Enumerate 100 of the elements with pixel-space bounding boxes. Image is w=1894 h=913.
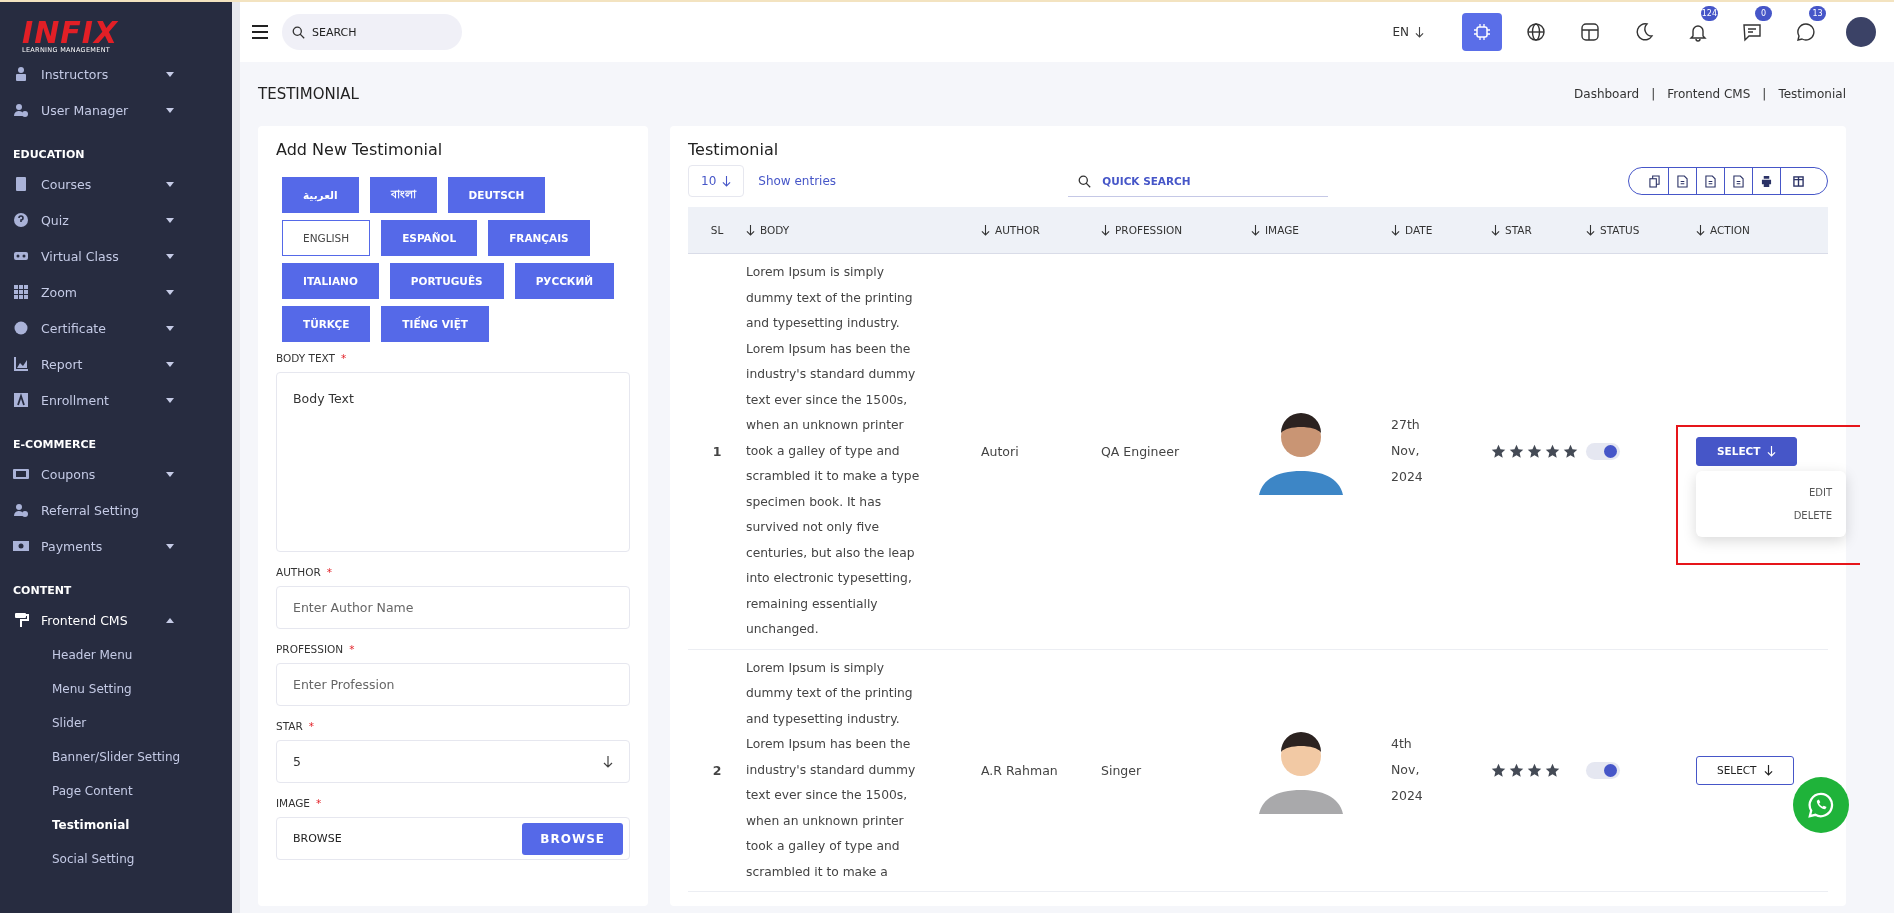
menu-icon[interactable] (252, 25, 268, 39)
column-header[interactable]: BODY (746, 224, 981, 236)
sidebar-subitem[interactable]: Page Content (0, 774, 232, 808)
document-icon (1705, 174, 1716, 188)
menu-item[interactable]: EDIT (1696, 480, 1846, 504)
chip-button[interactable] (1462, 13, 1502, 51)
table-cell-text: QA Engineer (1101, 443, 1181, 459)
status-toggle[interactable] (1586, 761, 1620, 779)
sidebar-item[interactable]: Virtual Class (0, 238, 232, 274)
table-cell-text: 27th Nov, 2024 (1391, 416, 1424, 487)
sidebar-item[interactable]: Enrollment (0, 382, 232, 418)
sidebar-item[interactable]: Payments (0, 528, 232, 564)
column-header[interactable]: IMAGE (1251, 224, 1391, 236)
sidebar-item[interactable]: Frontend CMS (0, 602, 232, 638)
bell-icon (1688, 22, 1708, 42)
sidebar-item[interactable]: Coupons (0, 456, 232, 492)
column-header[interactable]: ACTION (1696, 224, 1828, 236)
language-tab[interactable]: ITALIANO (282, 263, 379, 299)
sidebar-subitem[interactable]: Testimonial (0, 808, 232, 842)
language-tab[interactable]: العربية (282, 177, 359, 213)
sidebar-item[interactable]: Courses (0, 166, 232, 202)
chart-icon (13, 356, 29, 372)
copy-button[interactable] (1641, 168, 1669, 194)
sidebar-item[interactable]: Report (0, 346, 232, 382)
sort-arrow-icon (981, 224, 990, 236)
language-tab[interactable]: DEUTSCH (447, 177, 546, 213)
star-icon (1491, 443, 1506, 459)
browse-button[interactable]: BROWSE (522, 822, 623, 855)
field-label: STAR (276, 720, 303, 732)
status-toggle[interactable] (1586, 442, 1620, 460)
caret-icon (166, 289, 174, 295)
table-cell-text: Singer (1101, 762, 1143, 778)
show-entries-label: Show entries (758, 174, 838, 188)
column-header[interactable]: AUTHOR (981, 224, 1101, 236)
file-name-field: BROWSE (293, 832, 342, 845)
star-select[interactable]: 5 (276, 740, 630, 783)
language-tab[interactable]: বাংলা (369, 177, 437, 213)
field-label: IMAGE (276, 797, 310, 809)
language-tab[interactable]: FRANÇAIS (488, 220, 590, 256)
moon-icon (1634, 22, 1654, 42)
star-icon (1545, 762, 1560, 778)
caret-icon (166, 107, 174, 113)
sidebar-item[interactable]: User Manager (0, 92, 232, 128)
sidebar-item[interactable]: Instructors (0, 56, 232, 92)
menu-item[interactable]: DELETE (1696, 503, 1846, 527)
language-tab[interactable]: ESPAÑOL (381, 220, 478, 256)
sort-arrow-icon (1491, 224, 1500, 236)
sidebar-item[interactable]: Zoom (0, 274, 232, 310)
breadcrumb-separator: | (1651, 87, 1656, 101)
sidebar-subitem[interactable]: Social Setting (0, 842, 232, 876)
columns-icon (1792, 174, 1804, 188)
paint-roller-icon (13, 612, 29, 628)
sort-arrow-icon (746, 224, 755, 236)
column-header[interactable]: PROFESSION (1101, 224, 1251, 236)
sidebar-item[interactable]: Quiz (0, 202, 232, 238)
star-icon (1509, 762, 1524, 778)
column-header[interactable]: STAR (1491, 224, 1586, 236)
caret-icon (166, 71, 174, 77)
avatar[interactable] (1846, 17, 1876, 47)
language-tab[interactable]: ENGLISH (282, 220, 371, 256)
sidebar-subitem[interactable]: Header Menu (0, 638, 232, 672)
sort-arrow-icon (1586, 224, 1595, 236)
sidebar-item[interactable]: Referral Setting (0, 492, 232, 528)
column-header[interactable]: STATUS (1586, 224, 1696, 236)
breadcrumb-link[interactable]: Testimonial (1778, 87, 1846, 101)
column-header[interactable]: DATE (1391, 224, 1491, 236)
language-tab[interactable]: TIẾNG VIỆT (381, 306, 489, 342)
search-field[interactable]: SEARCH (282, 14, 462, 50)
language-dropdown[interactable]: EN (1386, 24, 1430, 40)
sidebar-item[interactable]: Certificate (0, 310, 232, 346)
breadcrumb-link[interactable]: Frontend CMS (1667, 87, 1751, 101)
breadcrumb-link[interactable]: Dashboard (1574, 87, 1640, 101)
required-mark: * (341, 352, 347, 364)
body-text-field[interactable]: Body Text (276, 372, 630, 552)
table-cell-text: Lorem Ipsum is simply dummy text of the printing and typesetting industry. Lorem Ipsum has been the industry's standard dummy text ever since the 1500s, when an unknown printer took a galley of type and scrambled it to make a type specimen book. It has survived not only five centuries, but also the leap into electronic typesetting, remaining essentially unchanged. (746, 264, 921, 638)
column-header[interactable]: SL (688, 224, 746, 236)
language-tab[interactable]: РУССКИЙ (514, 263, 614, 299)
section-heading: CONTENT (12, 583, 73, 599)
input-field[interactable]: Enter Profession (276, 663, 630, 706)
select-dropdown-button[interactable]: SELECT (1696, 436, 1798, 466)
question-icon (13, 212, 29, 228)
required-mark: * (308, 720, 314, 732)
select-dropdown-button[interactable]: SELECT (1696, 755, 1794, 785)
input-field[interactable]: Enter Author Name (276, 586, 630, 629)
page-size-dropdown[interactable]: 10 (688, 165, 745, 197)
logo-text: INFIX (22, 20, 120, 46)
language-tab[interactable]: PORTUGUÊS (389, 263, 504, 299)
sidebar-subitem[interactable]: Banner/Slider Setting (0, 740, 232, 774)
table-cell-text: A.R Rahman (981, 762, 1059, 778)
file-field[interactable]: BROWSE BROWSE (276, 817, 630, 860)
chat-icon (1742, 22, 1762, 42)
sort-arrow-icon (1391, 224, 1400, 236)
sort-arrow-icon (1101, 224, 1110, 236)
person-icon (13, 66, 29, 82)
sidebar-subitem[interactable]: Slider (0, 706, 232, 740)
language-tab[interactable]: TÜRKÇE (282, 306, 371, 342)
layout-icon (1580, 22, 1600, 42)
required-mark: * (315, 797, 322, 809)
sidebar-subitem[interactable]: Menu Setting (0, 672, 232, 706)
arrow-down-icon (1763, 764, 1773, 776)
